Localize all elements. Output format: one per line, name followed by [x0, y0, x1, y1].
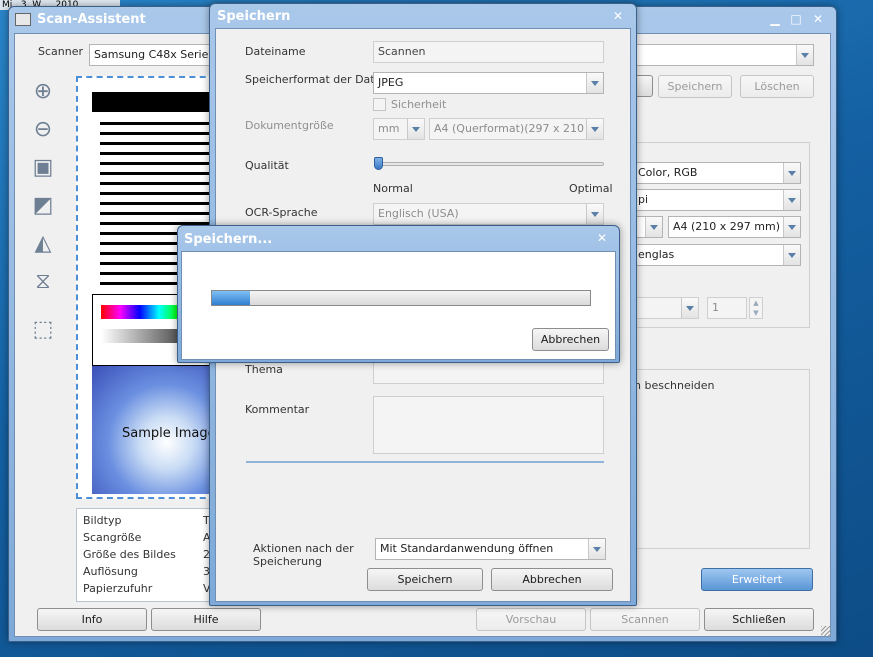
progress-bar — [211, 290, 591, 306]
scan-button[interactable]: Scannen — [590, 608, 700, 631]
close-button[interactable]: ✕ — [810, 12, 826, 26]
quality-slider-track[interactable] — [376, 162, 604, 166]
chevron-down-icon — [796, 45, 813, 65]
save-dialog-title: Speichern — [217, 9, 291, 24]
info-button[interactable]: Info — [37, 608, 147, 631]
resolution-value: pi — [638, 193, 649, 206]
close-window-button[interactable]: Schließen — [704, 608, 814, 631]
crop-selection-icon[interactable]: ⬚ — [28, 315, 58, 345]
resolution-select[interactable]: pi — [633, 189, 801, 211]
cancel-button[interactable]: Abbrechen — [491, 568, 613, 591]
quality-min-label: Normal — [373, 182, 413, 195]
preview-sample-image: Sample Image — [92, 366, 216, 494]
docsize-select[interactable]: A4 (Querformat)(297 x 210 mm) — [429, 118, 604, 140]
chevron-down-icon — [586, 73, 603, 93]
minimize-button[interactable]: ▁ — [767, 12, 783, 26]
color-mode-select[interactable]: Color, RGB — [633, 162, 801, 184]
info-label: Auflösung — [83, 565, 138, 578]
crop-group — [625, 369, 810, 549]
docsize-label: Dokumentgröße — [245, 119, 334, 132]
comment-textarea[interactable] — [373, 396, 604, 454]
format-value: JPEG — [378, 76, 404, 89]
chevron-down-icon — [783, 217, 800, 237]
copies-stepper[interactable]: 1 — [707, 297, 747, 319]
info-label: Größe des Bildes — [83, 548, 176, 561]
filename-input[interactable]: Scannen — [373, 41, 604, 63]
chevron-down-icon — [586, 119, 603, 139]
zoom-in-icon[interactable]: ⊕ — [28, 77, 58, 107]
chevron-down-icon — [783, 190, 800, 210]
rotate-icon[interactable]: ◩ — [28, 191, 58, 221]
progress-dialog: Speichern... ✕ Abbrechen — [177, 225, 620, 363]
format-select[interactable]: JPEG — [373, 72, 604, 94]
app-icon — [15, 13, 31, 26]
info-label: Bildtyp — [83, 514, 122, 527]
actions-label: Aktionen nach der Speicherung — [253, 542, 354, 568]
zoom-out-icon[interactable]: ⊖ — [28, 115, 58, 145]
quality-max-label: Optimal — [569, 182, 613, 195]
advanced-button[interactable]: Erweitert — [701, 568, 813, 591]
top-delete-button[interactable]: Löschen — [740, 75, 814, 98]
stepper-arrows-icon[interactable]: ▲ ▼ — [749, 297, 763, 319]
subject-input[interactable] — [373, 362, 604, 384]
docsize-unit-select[interactable]: mm — [373, 118, 425, 140]
fit-image-icon[interactable]: ▣ — [28, 153, 58, 183]
color-mode-value: Color, RGB — [638, 166, 698, 179]
progress-dialog-client: Abbrechen — [181, 251, 616, 360]
chevron-down-icon — [645, 217, 662, 237]
progress-bar-fill — [212, 291, 250, 305]
separator-line — [246, 461, 604, 463]
format-label: Speicherformat der Datei — [245, 73, 385, 86]
flip-vertical-icon[interactable]: ⧖ — [28, 267, 58, 297]
ocr-value: Englisch (USA) — [378, 207, 459, 220]
sample-image-text: Sample Image — [122, 426, 216, 441]
quality-label: Qualität — [245, 159, 289, 172]
source-select[interactable]: englas — [633, 244, 801, 266]
top-save-button[interactable]: Speichern — [658, 75, 732, 98]
scanner-label: Scanner — [38, 45, 84, 58]
maximize-button[interactable]: □ — [788, 12, 804, 26]
window-title: Scan-Assistent — [37, 12, 146, 27]
preview-button[interactable]: Vorschau — [476, 608, 586, 631]
chevron-down-icon — [586, 204, 603, 224]
save-button[interactable]: Speichern — [367, 568, 483, 591]
scan-size-select[interactable]: A4 (210 x 297 mm) — [668, 216, 801, 238]
info-label: Papierzufuhr — [83, 582, 153, 595]
docsize-value: A4 (Querformat)(297 x 210 mm) — [434, 122, 604, 135]
chevron-down-icon — [588, 539, 605, 559]
scanner-select-value: Samsung C48x Series — [94, 48, 215, 61]
progress-dialog-title: Speichern... — [184, 232, 273, 247]
security-checkbox[interactable] — [373, 98, 386, 111]
close-icon[interactable]: ✕ — [594, 231, 610, 245]
subject-label: Thema — [245, 363, 283, 376]
disabled-select[interactable] — [633, 297, 699, 319]
ocr-select[interactable]: Englisch (USA) — [373, 203, 604, 225]
docsize-unit-value: mm — [378, 122, 400, 135]
chevron-down-icon — [407, 119, 424, 139]
actions-select[interactable]: Mit Standardanwendung öffnen — [375, 538, 606, 560]
help-button[interactable]: Hilfe — [151, 608, 261, 631]
close-icon[interactable]: ✕ — [610, 9, 626, 23]
actions-value: Mit Standardanwendung öffnen — [380, 542, 554, 555]
quality-slider-thumb[interactable] — [374, 157, 383, 170]
filename-label: Dateiname — [245, 45, 306, 58]
unit-select[interactable] — [633, 216, 663, 238]
ocr-label: OCR-Sprache — [245, 206, 318, 219]
chevron-down-icon — [783, 163, 800, 183]
chevron-down-icon — [681, 298, 698, 318]
progress-cancel-button[interactable]: Abbrechen — [532, 328, 609, 351]
chevron-down-icon — [783, 245, 800, 265]
copies-value: 1 — [712, 301, 719, 314]
source-value: englas — [638, 248, 675, 261]
comment-label: Kommentar — [245, 403, 310, 416]
info-label: Scangröße — [83, 531, 142, 544]
crop-option-text: n beschneiden — [634, 379, 715, 392]
security-label: Sicherheit — [391, 98, 447, 111]
scan-size-value: A4 (210 x 297 mm) — [673, 220, 781, 233]
preview-black-bar — [92, 92, 216, 112]
resize-grip-icon[interactable] — [821, 626, 831, 636]
flip-horizontal-icon[interactable]: ◭ — [28, 229, 58, 259]
image-info-panel: Bildtyp Tr Scangröße A4 Größe des Bildes… — [76, 508, 218, 602]
